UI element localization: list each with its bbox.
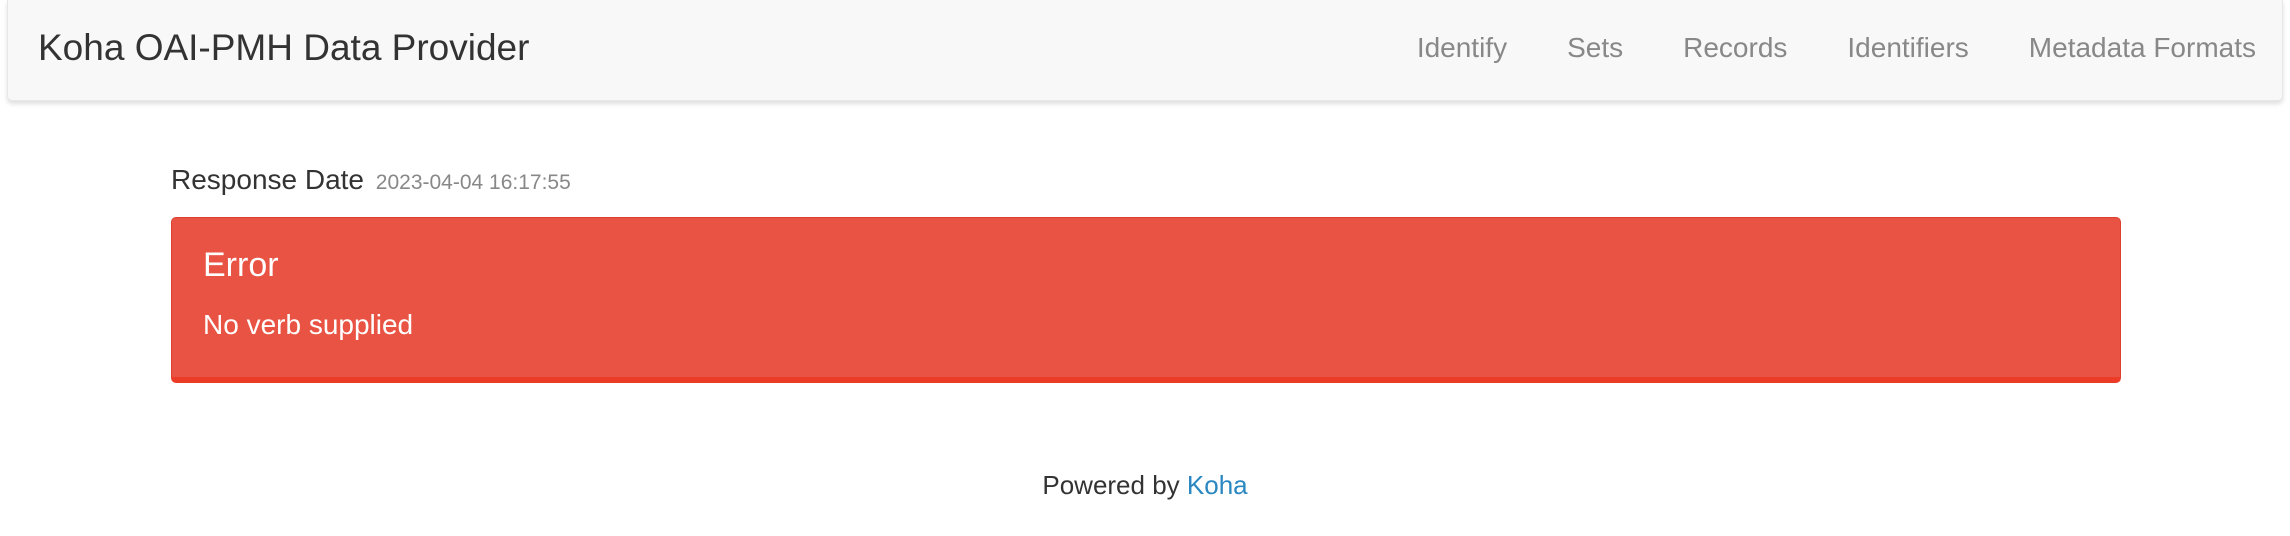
nav-item-metadata-formats[interactable]: Metadata Formats [2029, 32, 2256, 64]
brand-title[interactable]: Koha OAI-PMH Data Provider [38, 0, 529, 96]
footer: Powered by Koha [0, 470, 2290, 501]
error-title: Error [203, 246, 279, 284]
error-alert: Error No verb supplied [171, 217, 2121, 383]
response-date-label: Response Date [171, 164, 365, 195]
error-message: No verb supplied [203, 309, 414, 340]
nav-item-identifiers[interactable]: Identifiers [1847, 32, 1968, 64]
nav-item-identify[interactable]: Identify [1417, 32, 1507, 64]
koha-link[interactable]: Koha [1187, 470, 1248, 500]
nav-item-records[interactable]: Records [1683, 32, 1787, 64]
response-date-value: 2023-04-04 16:17:55 [375, 171, 571, 194]
nav-item-sets[interactable]: Sets [1567, 32, 1623, 64]
top-navbar: Koha OAI-PMH Data Provider Identify Sets… [7, 0, 2283, 101]
footer-powered-by: Powered by [1042, 470, 1187, 500]
nav-menu: Identify Sets Records Identifiers Metada… [1417, 0, 2256, 96]
response-date: Response Date 2023-04-04 16:17:55 [171, 164, 571, 196]
